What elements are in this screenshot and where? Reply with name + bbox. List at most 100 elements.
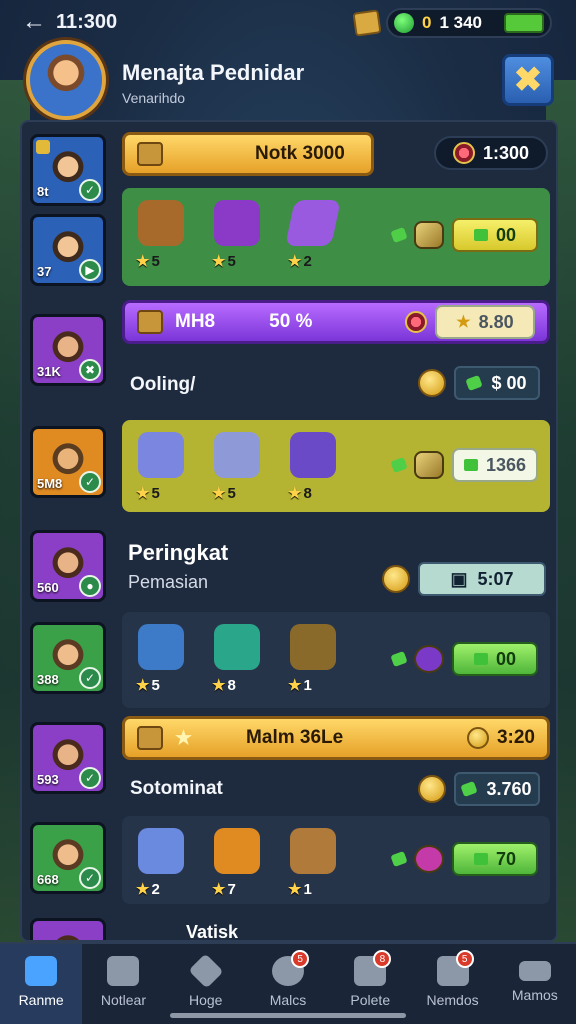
character-tile[interactable]: 668 ✓ bbox=[30, 822, 106, 894]
offer-row-7: 668 ✓ ★ 2 ★ 7 ★ 1 70 bbox=[22, 814, 556, 910]
item-level: 5 bbox=[227, 485, 236, 502]
price-value: 70 bbox=[495, 848, 517, 869]
reward-item[interactable]: ★ 8 bbox=[286, 432, 340, 502]
soldier-icon bbox=[138, 624, 184, 670]
reward-box: ★ 5 ★ 5 ★ 2 00 bbox=[122, 188, 550, 286]
buy-button[interactable]: 00 bbox=[452, 642, 538, 676]
reward-item[interactable]: ★ 1 bbox=[286, 828, 340, 898]
nav-item-notlear[interactable]: Notlear bbox=[82, 944, 164, 1024]
offer-row-5: 388 ✓ ★ 5 ★ 8 ★ 1 00 bbox=[22, 612, 556, 712]
close-button[interactable]: ✖ bbox=[502, 54, 554, 106]
nav-item-mamos[interactable]: Mamos bbox=[494, 944, 576, 1024]
reward-items: ★ 2 ★ 7 ★ 1 bbox=[134, 828, 340, 898]
price-area: 00 bbox=[390, 642, 538, 676]
status-bar: ← 11:300 0 1 340 bbox=[0, 0, 576, 40]
offers-panel[interactable]: 8t ✓ 37 ▶ Notk 3000 1:300 ★ 5 ★ 5 ★ 2 00… bbox=[20, 120, 558, 942]
reward-item[interactable]: ★ 5 bbox=[134, 200, 188, 270]
gem-icon bbox=[460, 780, 479, 798]
back-arrow-icon[interactable]: ← bbox=[22, 8, 46, 36]
star-icon: ★ bbox=[175, 727, 193, 749]
shield-badge-icon: ● bbox=[79, 575, 101, 597]
price-value: $ 00 bbox=[491, 372, 527, 393]
nav-label: Malcs bbox=[269, 992, 307, 1008]
price-value: 00 bbox=[495, 224, 517, 245]
reward-item[interactable]: ★ 5 bbox=[210, 200, 264, 270]
nav-label: Mamos bbox=[511, 987, 558, 1003]
nav-item-malcs[interactable]: Malcs 5 bbox=[247, 944, 329, 1024]
buy-button[interactable]: 1366 bbox=[452, 448, 538, 482]
buy-button[interactable]: 00 bbox=[452, 218, 538, 252]
buy-button[interactable]: 70 bbox=[452, 842, 538, 876]
profile-header: Menajta Pednidar Venarihdo ✖ bbox=[26, 40, 554, 120]
nav-item-polete[interactable]: Polete 8 bbox=[329, 944, 411, 1024]
price-pill[interactable]: 3.760 bbox=[454, 772, 540, 806]
item-level: 5 bbox=[151, 677, 160, 694]
nav-label: Hoge bbox=[188, 992, 223, 1008]
offer-row-1: 8t ✓ 37 ▶ Notk 3000 1:300 ★ 5 ★ 5 ★ 2 00 bbox=[22, 122, 556, 292]
offer-banner[interactable]: ★ Malm 36Le 3:20 bbox=[122, 716, 550, 760]
timer-value: 1:300 bbox=[482, 142, 530, 163]
notification-badge: 8 bbox=[373, 950, 392, 968]
reward-item[interactable]: ★ 1 bbox=[286, 624, 340, 694]
tile-number: 31K bbox=[37, 364, 61, 379]
price-value: 3.760 bbox=[486, 778, 532, 799]
scroll-icon[interactable] bbox=[352, 9, 382, 37]
reward-item[interactable]: ★ 7 bbox=[210, 828, 264, 898]
character-tile[interactable]: 8t ✓ bbox=[30, 134, 106, 206]
gem-icon bbox=[465, 374, 484, 392]
price-pill[interactable]: $ 00 bbox=[454, 366, 540, 400]
timer-pill: 1:300 bbox=[434, 136, 548, 170]
reward-item[interactable]: ★ 5 bbox=[134, 624, 188, 694]
character-tile[interactable]: 31K ✖ bbox=[30, 314, 106, 386]
check-badge-icon: ✓ bbox=[79, 667, 101, 689]
page-title: Menajta Pednidar bbox=[122, 60, 305, 85]
reward-item[interactable]: ★ 8 bbox=[210, 624, 264, 694]
battery-icon bbox=[504, 13, 544, 33]
reward-box: ★ 2 ★ 7 ★ 1 70 bbox=[122, 816, 550, 904]
character-tile[interactable]: 593 ✓ bbox=[30, 722, 106, 794]
nav-label: Polete bbox=[350, 992, 391, 1008]
item-level: 5 bbox=[227, 253, 236, 270]
notification-badge: 5 bbox=[455, 950, 474, 968]
offer-banner[interactable]: Notk 3000 bbox=[122, 132, 374, 176]
price-area: 00 bbox=[390, 218, 538, 252]
character-tile[interactable]: 560 ● bbox=[30, 530, 106, 602]
gem-icon bbox=[390, 456, 408, 474]
reward-item[interactable]: ★ 5 bbox=[210, 432, 264, 502]
play-badge-icon: ▶ bbox=[79, 259, 101, 281]
item-level: 1 bbox=[303, 881, 312, 898]
banner-label: Malm 36Le bbox=[246, 727, 344, 748]
item-level: 2 bbox=[303, 253, 312, 270]
lock-icon bbox=[405, 311, 427, 333]
reward-item[interactable]: ★ 2 bbox=[285, 200, 341, 270]
hero-icon bbox=[214, 200, 260, 246]
currency-pill[interactable]: 0 1 340 bbox=[386, 8, 552, 38]
nav-item-nemdos[interactable]: Nemdos 5 bbox=[411, 944, 493, 1024]
gem-icon bbox=[390, 850, 408, 868]
star-icon: ★ bbox=[456, 314, 471, 331]
character-tile[interactable]: 388 ✓ bbox=[30, 622, 106, 694]
buy-button[interactable]: ★ 8.80 bbox=[435, 305, 535, 339]
chest-icon bbox=[137, 726, 163, 750]
reward-item[interactable]: ★ 2 bbox=[134, 828, 188, 898]
row-label: Ooling/ bbox=[130, 374, 196, 395]
avatar[interactable] bbox=[26, 40, 106, 120]
nav-item-hoge[interactable]: Hoge bbox=[165, 944, 247, 1024]
row-label: Vatisk bbox=[186, 922, 239, 942]
tile-number: 8t bbox=[37, 184, 49, 199]
discount-banner[interactable]: MH8 50 % ★ 8.80 bbox=[122, 300, 550, 344]
reward-items: ★ 5 ★ 5 ★ 2 bbox=[134, 200, 341, 270]
price-value: 1366 bbox=[485, 454, 527, 475]
check-badge-icon: ✓ bbox=[79, 179, 101, 201]
reward-item[interactable]: ★ 5 bbox=[134, 432, 188, 502]
character-tile[interactable] bbox=[30, 918, 106, 940]
character-tile[interactable]: 5M8 ✓ bbox=[30, 426, 106, 498]
timer-icon bbox=[452, 142, 475, 164]
nav-label: Ranme bbox=[18, 992, 64, 1008]
home-indicator[interactable] bbox=[170, 1013, 406, 1018]
rank-icon bbox=[36, 140, 50, 154]
character-tile[interactable]: 37 ▶ bbox=[30, 214, 106, 286]
item-level: 7 bbox=[227, 881, 236, 898]
nav-item-ranme[interactable]: Ranme bbox=[0, 944, 83, 1024]
row-label: Sotominat bbox=[130, 778, 223, 799]
